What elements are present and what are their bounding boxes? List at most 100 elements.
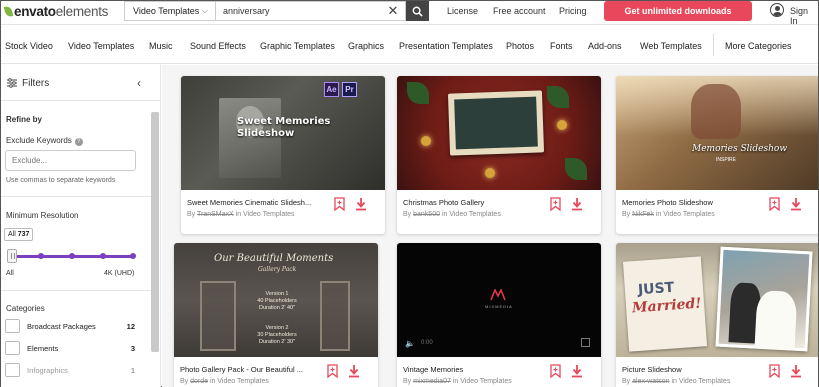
nav-more-categories[interactable]: More Categories: [725, 41, 792, 51]
resolution-tooltip: All 737: [4, 228, 34, 241]
checkbox[interactable]: [5, 319, 20, 333]
item-thumbnail[interactable]: Our Beautiful Moments Gallery Pack Versi…: [174, 243, 378, 357]
decoration: [565, 158, 587, 180]
slider-step[interactable]: [69, 253, 75, 259]
category-checkbox-row[interactable]: Infographics 1: [5, 362, 137, 378]
download-icon[interactable]: [790, 364, 802, 378]
by-text: By: [403, 378, 412, 385]
item-thumbnail[interactable]: [397, 76, 601, 190]
collapse-chevron-icon[interactable]: ‹: [137, 76, 141, 90]
item-thumbnail[interactable]: Sweet Memories Slideshow Ae Pr: [181, 76, 385, 190]
item-thumbnail[interactable]: Memories Slideshow INSPIRE: [616, 76, 818, 190]
item-byline: By NikFek in Video Templates: [622, 211, 715, 218]
overlay-line: Duration 2' 40": [258, 305, 296, 311]
item-title[interactable]: Picture Slideshow: [622, 365, 762, 374]
user-icon[interactable]: [770, 3, 784, 17]
bookmark-icon[interactable]: [550, 364, 561, 378]
category-label: Broadcast Packages: [27, 322, 96, 331]
bookmark-icon[interactable]: [550, 197, 561, 211]
item-title[interactable]: Photo Gallery Pack - Our Beautiful ...: [180, 365, 320, 374]
item-title[interactable]: Christmas Photo Gallery: [403, 198, 543, 207]
slider-step[interactable]: [38, 253, 44, 259]
download-icon[interactable]: [571, 197, 583, 211]
item-title[interactable]: Vintage Memories: [403, 365, 543, 374]
nav-add-ons[interactable]: Add-ons: [588, 41, 622, 51]
get-unlimited-downloads-button[interactable]: Get unlimited downloads: [604, 1, 752, 21]
download-icon[interactable]: [790, 197, 802, 211]
fullscreen-icon[interactable]: [581, 338, 590, 347]
thumbnail-frame-inner: [454, 96, 538, 150]
sidebar-scrollbar[interactable]: [151, 112, 159, 352]
filters-title: Filters: [22, 78, 50, 89]
nav-music[interactable]: Music: [149, 41, 173, 51]
item-byline: By alex-watson in Video Templates: [622, 378, 730, 385]
nav-graphics[interactable]: Graphics: [348, 41, 384, 51]
thumbnail-overlay-text: JUST: [637, 279, 675, 299]
item-card[interactable]: MIXMEDIA 🔈 0:00 Vintage Memories By mixm…: [397, 243, 601, 387]
slider-step[interactable]: [130, 253, 136, 259]
category-checkbox-row[interactable]: Broadcast Packages 12: [5, 318, 137, 334]
help-icon[interactable]: ?: [74, 138, 83, 146]
slider-step[interactable]: [100, 253, 106, 259]
author-link[interactable]: mixmedia07: [413, 378, 451, 385]
exclude-keywords-input[interactable]: [5, 150, 136, 171]
version-block: Version 2 30 Placeholders Duration 2' 30": [248, 325, 306, 346]
item-card[interactable]: Sweet Memories Slideshow Ae Pr Sweet Memo…: [181, 76, 385, 234]
nav-graphic-templates[interactable]: Graphic Templates: [260, 41, 335, 51]
item-card[interactable]: Christmas Photo Gallery By bank500 in Vi…: [397, 76, 601, 234]
thumbnail-frame: [320, 281, 350, 351]
bookmark-icon[interactable]: [334, 197, 345, 211]
video-player[interactable]: MIXMEDIA 🔈 0:00: [397, 243, 601, 357]
item-title[interactable]: Memories Photo Slideshow: [622, 198, 762, 207]
item-card[interactable]: Our Beautiful Moments Gallery Pack Versi…: [174, 243, 378, 387]
premiere-pro-badge: Pr: [342, 82, 357, 97]
checkbox[interactable]: [5, 341, 20, 355]
category-checkbox-row[interactable]: Elements 3: [5, 340, 137, 356]
item-card[interactable]: JUST Married! Picture Slideshow By alex-…: [616, 243, 818, 387]
sign-in-link[interactable]: Sign In: [790, 6, 818, 26]
author-link[interactable]: bank500: [413, 211, 440, 218]
download-icon[interactable]: [355, 197, 367, 211]
resolution-slider-handle[interactable]: [7, 249, 17, 263]
nav-presentation-templates[interactable]: Presentation Templates: [399, 41, 493, 51]
minimum-resolution-label: Minimum Resolution: [6, 211, 79, 220]
volume-icon[interactable]: 🔈: [405, 339, 415, 348]
license-link[interactable]: License: [447, 6, 478, 16]
author-link[interactable]: alex-watson: [632, 378, 669, 385]
exclude-keywords-text: Exclude Keywords: [6, 136, 72, 145]
checkbox[interactable]: [5, 363, 20, 377]
download-icon[interactable]: [348, 364, 360, 378]
item-card[interactable]: Memories Slideshow INSPIRE Memories Phot…: [616, 76, 818, 234]
after-effects-badge: Ae: [324, 82, 339, 97]
thumbnail-frame: [200, 281, 236, 351]
bookmark-icon[interactable]: [327, 364, 338, 378]
filters-header: Filters ‹: [1, 65, 160, 101]
by-text: By: [622, 378, 631, 385]
nav-web-templates[interactable]: Web Templates: [640, 41, 702, 51]
download-icon[interactable]: [571, 364, 583, 378]
item-title[interactable]: Sweet Memories Cinematic Slidesh...: [187, 198, 327, 207]
pricing-link[interactable]: Pricing: [559, 6, 587, 16]
item-thumbnail[interactable]: JUST Married!: [616, 243, 818, 357]
search-button[interactable]: [406, 1, 429, 21]
category-text: in Video Templates: [209, 378, 269, 385]
nav-stock-video[interactable]: Stock Video: [5, 41, 53, 51]
nav-sound-effects[interactable]: Sound Effects: [190, 41, 246, 51]
envato-elements-logo[interactable]: envatoelements: [3, 3, 108, 19]
overlay-line: 30 Placeholders: [257, 332, 297, 338]
author-link[interactable]: TranSMaxX: [197, 211, 234, 218]
author-link[interactable]: NikFek: [632, 211, 654, 218]
bookmark-icon[interactable]: [769, 364, 780, 378]
bookmark-icon[interactable]: [769, 197, 780, 211]
close-icon[interactable]: ✕: [386, 3, 400, 18]
search-category-select[interactable]: Video Templates ⌵: [124, 1, 215, 21]
nav-video-templates[interactable]: Video Templates: [68, 41, 134, 51]
overlay-line: Slideshow: [237, 128, 295, 139]
search-input[interactable]: [215, 1, 406, 21]
author-link[interactable]: dorde: [190, 378, 208, 385]
free-account-link[interactable]: Free account: [493, 6, 546, 16]
nav-fonts[interactable]: Fonts: [550, 41, 573, 51]
item-byline: By dorde in Video Templates: [180, 378, 269, 385]
divider: [1, 290, 151, 291]
nav-photos[interactable]: Photos: [506, 41, 534, 51]
